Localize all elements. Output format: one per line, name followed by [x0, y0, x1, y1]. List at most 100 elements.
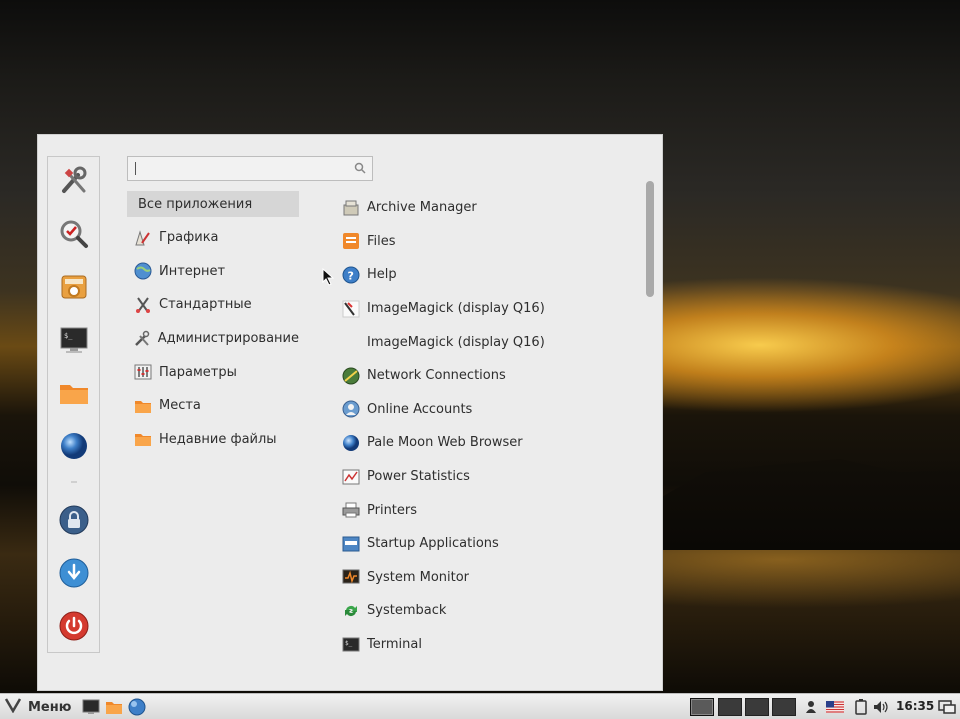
search-tool-icon[interactable] — [56, 216, 92, 252]
app-pale-moon[interactable]: Pale Moon Web Browser — [341, 426, 641, 460]
mint-logo-icon — [4, 697, 22, 717]
graphics-icon — [133, 228, 153, 248]
app-system-monitor[interactable]: System Monitor — [341, 561, 641, 595]
menu-button-label: Меню — [28, 699, 72, 715]
terminal-launcher-icon[interactable] — [82, 698, 100, 716]
app-network-connections[interactable]: Network Connections — [341, 359, 641, 393]
blank-icon — [341, 332, 361, 352]
lock-screen-icon[interactable] — [56, 502, 92, 538]
category-label: Графика — [159, 230, 219, 246]
app-label: Systemback — [367, 603, 447, 619]
application-menu: $_ Все приложения Графика Интернет Станд… — [37, 134, 663, 691]
app-label: Power Statistics — [367, 469, 470, 485]
clock[interactable]: 16:35 — [896, 699, 934, 713]
app-label: System Monitor — [367, 569, 470, 585]
app-label: Startup Applications — [367, 536, 499, 552]
svg-text:$_: $_ — [64, 332, 73, 340]
category-recent-files[interactable]: Недавние файлы — [127, 423, 299, 457]
palemoon-icon — [341, 433, 361, 453]
app-archive-manager[interactable]: Archive Manager — [341, 191, 641, 225]
sidebar-separator — [71, 481, 77, 483]
app-startup-applications[interactable]: Startup Applications — [341, 527, 641, 561]
files-icon — [341, 231, 361, 251]
app-label: Terminal — [367, 637, 422, 653]
help-icon: ? — [341, 265, 361, 285]
app-online-accounts[interactable]: Online Accounts — [341, 393, 641, 427]
printer-icon — [341, 500, 361, 520]
browser-launcher-icon[interactable] — [128, 698, 146, 716]
app-power-statistics[interactable]: Power Statistics — [341, 460, 641, 494]
category-label: Недавние файлы — [159, 431, 277, 447]
svg-text:?: ? — [348, 269, 354, 282]
folder-icon — [133, 429, 153, 449]
workspace-3[interactable] — [745, 698, 769, 716]
workspace-1[interactable] — [690, 698, 714, 716]
terminal-icon[interactable]: $_ — [56, 322, 92, 358]
category-administration[interactable]: Администрирование — [127, 322, 299, 356]
keyboard-layout-flag-icon[interactable] — [826, 698, 844, 716]
folder-icon — [133, 396, 153, 416]
menu-button[interactable]: Меню — [4, 696, 71, 718]
favorites-sidebar: $_ — [47, 156, 100, 653]
app-label: Help — [367, 267, 397, 283]
category-accessories[interactable]: Стандартные — [127, 288, 299, 322]
workspace-2[interactable] — [718, 698, 742, 716]
app-label: Network Connections — [367, 368, 506, 384]
workspace-4[interactable] — [772, 698, 796, 716]
app-help[interactable]: ? Help — [341, 258, 641, 292]
search-input[interactable] — [127, 156, 373, 181]
app-label: ImageMagick (display Q16) — [367, 334, 545, 350]
folder-icon[interactable] — [56, 375, 92, 411]
mouse-cursor — [322, 267, 335, 290]
app-files[interactable]: Files — [341, 225, 641, 259]
category-internet[interactable]: Интернет — [127, 255, 299, 289]
power-stats-icon — [341, 467, 361, 487]
category-label: Места — [159, 398, 201, 414]
category-label: Параметры — [159, 364, 237, 380]
category-label: Администрирование — [157, 331, 299, 347]
system-monitor-icon — [341, 567, 361, 587]
imagemagick-icon — [341, 299, 361, 319]
tools-icon — [133, 329, 152, 349]
wallpaper-hills — [660, 459, 960, 550]
category-label: Стандартные — [159, 297, 252, 313]
taskbar: Меню 16:35 — [0, 693, 960, 719]
category-label: Все приложения — [138, 196, 253, 212]
show-desktop-icon[interactable] — [938, 698, 956, 716]
app-label: Pale Moon Web Browser — [367, 435, 523, 451]
settings-icon — [133, 362, 153, 382]
category-settings[interactable]: Параметры — [127, 355, 299, 389]
terminal-icon: $_ — [341, 635, 361, 655]
application-list: Archive Manager Files ? Help ImageMagick… — [341, 191, 641, 661]
app-systemback[interactable]: Systemback — [341, 594, 641, 628]
category-list: Все приложения Графика Интернет Стандарт… — [127, 191, 299, 456]
system-settings-icon[interactable] — [56, 163, 92, 199]
battery-icon[interactable] — [852, 698, 870, 716]
app-label: Online Accounts — [367, 401, 473, 417]
power-icon[interactable] — [56, 608, 92, 644]
category-graphics[interactable]: Графика — [127, 221, 299, 255]
network-icon — [341, 366, 361, 386]
accessories-icon — [133, 295, 153, 315]
user-icon[interactable] — [802, 698, 820, 716]
text-caret — [135, 162, 136, 175]
archive-icon — [341, 198, 361, 218]
app-list-scrollbar[interactable] — [646, 181, 654, 297]
volume-icon[interactable] — [872, 698, 890, 716]
app-terminal[interactable]: $_ Terminal — [341, 628, 641, 662]
app-imagemagick-2[interactable]: ImageMagick (display Q16) — [341, 325, 641, 359]
globe-icon[interactable] — [56, 428, 92, 464]
online-accounts-icon — [341, 399, 361, 419]
app-printers[interactable]: Printers — [341, 493, 641, 527]
category-label: Интернет — [159, 263, 226, 279]
startup-icon — [341, 534, 361, 554]
app-imagemagick[interactable]: ImageMagick (display Q16) — [341, 292, 641, 326]
svg-text:$_: $_ — [345, 640, 353, 647]
logout-icon[interactable] — [56, 555, 92, 591]
software-manager-icon[interactable] — [56, 269, 92, 305]
app-label: Files — [367, 233, 396, 249]
category-places[interactable]: Места — [127, 389, 299, 423]
globe-icon — [133, 261, 153, 281]
category-all-apps[interactable]: Все приложения — [127, 191, 299, 217]
files-launcher-icon[interactable] — [105, 698, 123, 716]
